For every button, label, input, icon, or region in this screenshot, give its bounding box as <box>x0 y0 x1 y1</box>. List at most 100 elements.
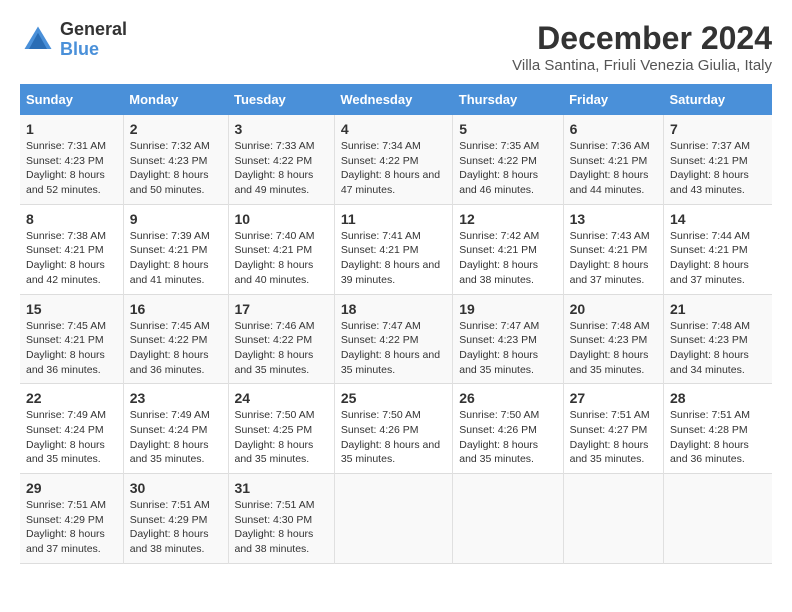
page-subtitle: Villa Santina, Friuli Venezia Giulia, It… <box>512 57 772 74</box>
sunrise-label: Sunrise: 7:47 AM <box>341 320 421 332</box>
day-of-week-tuesday: Tuesday <box>228 84 334 115</box>
calendar-table: SundayMondayTuesdayWednesdayThursdayFrid… <box>20 84 772 564</box>
sunset-label: Sunset: 4:22 PM <box>341 334 419 346</box>
day-number: 5 <box>459 121 556 137</box>
day-info: Sunrise: 7:40 AM Sunset: 4:21 PM Dayligh… <box>235 229 328 288</box>
calendar-cell: 15 Sunrise: 7:45 AM Sunset: 4:21 PM Dayl… <box>20 294 123 384</box>
daylight-label: Daylight: 8 hours and 35 minutes. <box>341 439 440 466</box>
daylight-label: Daylight: 8 hours and 35 minutes. <box>130 439 209 466</box>
sunrise-label: Sunrise: 7:40 AM <box>235 230 315 242</box>
day-info: Sunrise: 7:51 AM Sunset: 4:28 PM Dayligh… <box>670 408 766 467</box>
sunset-label: Sunset: 4:21 PM <box>459 244 537 256</box>
calendar-cell: 21 Sunrise: 7:48 AM Sunset: 4:23 PM Dayl… <box>664 294 772 384</box>
daylight-label: Daylight: 8 hours and 41 minutes. <box>130 259 209 286</box>
sunset-label: Sunset: 4:21 PM <box>670 155 748 167</box>
sunset-label: Sunset: 4:22 PM <box>459 155 537 167</box>
calendar-cell: 20 Sunrise: 7:48 AM Sunset: 4:23 PM Dayl… <box>563 294 663 384</box>
calendar-cell: 16 Sunrise: 7:45 AM Sunset: 4:22 PM Dayl… <box>123 294 228 384</box>
calendar-cell <box>664 474 772 564</box>
sunset-label: Sunset: 4:22 PM <box>235 334 313 346</box>
sunset-label: Sunset: 4:29 PM <box>130 514 208 526</box>
day-number: 21 <box>670 301 766 317</box>
sunset-label: Sunset: 4:30 PM <box>235 514 313 526</box>
sunrise-label: Sunrise: 7:35 AM <box>459 140 539 152</box>
daylight-label: Daylight: 8 hours and 34 minutes. <box>670 349 749 376</box>
daylight-label: Daylight: 8 hours and 37 minutes. <box>26 528 105 555</box>
calendar-cell <box>334 474 452 564</box>
day-number: 26 <box>459 390 556 406</box>
day-of-week-saturday: Saturday <box>664 84 772 115</box>
day-number: 3 <box>235 121 328 137</box>
sunrise-label: Sunrise: 7:48 AM <box>670 320 750 332</box>
day-info: Sunrise: 7:45 AM Sunset: 4:22 PM Dayligh… <box>130 319 222 378</box>
sunrise-label: Sunrise: 7:33 AM <box>235 140 315 152</box>
day-info: Sunrise: 7:47 AM Sunset: 4:22 PM Dayligh… <box>341 319 446 378</box>
day-number: 22 <box>26 390 117 406</box>
sunset-label: Sunset: 4:23 PM <box>26 155 104 167</box>
calendar-cell: 28 Sunrise: 7:51 AM Sunset: 4:28 PM Dayl… <box>664 384 772 474</box>
calendar-cell: 19 Sunrise: 7:47 AM Sunset: 4:23 PM Dayl… <box>453 294 563 384</box>
day-info: Sunrise: 7:31 AM Sunset: 4:23 PM Dayligh… <box>26 139 117 198</box>
daylight-label: Daylight: 8 hours and 35 minutes. <box>570 439 649 466</box>
sunrise-label: Sunrise: 7:38 AM <box>26 230 106 242</box>
sunrise-label: Sunrise: 7:32 AM <box>130 140 210 152</box>
calendar-cell: 25 Sunrise: 7:50 AM Sunset: 4:26 PM Dayl… <box>334 384 452 474</box>
sunrise-label: Sunrise: 7:45 AM <box>26 320 106 332</box>
sunset-label: Sunset: 4:28 PM <box>670 424 748 436</box>
sunset-label: Sunset: 4:21 PM <box>570 244 648 256</box>
daylight-label: Daylight: 8 hours and 37 minutes. <box>570 259 649 286</box>
sunset-label: Sunset: 4:26 PM <box>459 424 537 436</box>
page-header: General Blue December 2024 Villa Santina… <box>20 20 772 74</box>
day-number: 10 <box>235 211 328 227</box>
day-info: Sunrise: 7:48 AM Sunset: 4:23 PM Dayligh… <box>670 319 766 378</box>
day-number: 6 <box>570 121 657 137</box>
sunset-label: Sunset: 4:27 PM <box>570 424 648 436</box>
sunset-label: Sunset: 4:23 PM <box>130 155 208 167</box>
sunrise-label: Sunrise: 7:42 AM <box>459 230 539 242</box>
daylight-label: Daylight: 8 hours and 50 minutes. <box>130 169 209 196</box>
calendar-week-row: 1 Sunrise: 7:31 AM Sunset: 4:23 PM Dayli… <box>20 115 772 204</box>
sunrise-label: Sunrise: 7:51 AM <box>670 409 750 421</box>
day-number: 8 <box>26 211 117 227</box>
daylight-label: Daylight: 8 hours and 40 minutes. <box>235 259 314 286</box>
calendar-cell: 10 Sunrise: 7:40 AM Sunset: 4:21 PM Dayl… <box>228 204 334 294</box>
day-number: 20 <box>570 301 657 317</box>
calendar-cell: 26 Sunrise: 7:50 AM Sunset: 4:26 PM Dayl… <box>453 384 563 474</box>
sunrise-label: Sunrise: 7:47 AM <box>459 320 539 332</box>
day-number: 28 <box>670 390 766 406</box>
day-info: Sunrise: 7:51 AM Sunset: 4:29 PM Dayligh… <box>130 498 222 557</box>
calendar-cell: 29 Sunrise: 7:51 AM Sunset: 4:29 PM Dayl… <box>20 474 123 564</box>
day-info: Sunrise: 7:51 AM Sunset: 4:27 PM Dayligh… <box>570 408 657 467</box>
sunset-label: Sunset: 4:23 PM <box>459 334 537 346</box>
calendar-cell: 2 Sunrise: 7:32 AM Sunset: 4:23 PM Dayli… <box>123 115 228 204</box>
day-number: 13 <box>570 211 657 227</box>
day-info: Sunrise: 7:35 AM Sunset: 4:22 PM Dayligh… <box>459 139 556 198</box>
daylight-label: Daylight: 8 hours and 35 minutes. <box>26 439 105 466</box>
sunset-label: Sunset: 4:21 PM <box>26 334 104 346</box>
sunset-label: Sunset: 4:23 PM <box>670 334 748 346</box>
sunset-label: Sunset: 4:29 PM <box>26 514 104 526</box>
daylight-label: Daylight: 8 hours and 36 minutes. <box>670 439 749 466</box>
day-info: Sunrise: 7:33 AM Sunset: 4:22 PM Dayligh… <box>235 139 328 198</box>
sunrise-label: Sunrise: 7:49 AM <box>130 409 210 421</box>
daylight-label: Daylight: 8 hours and 35 minutes. <box>459 439 538 466</box>
day-info: Sunrise: 7:50 AM Sunset: 4:26 PM Dayligh… <box>459 408 556 467</box>
sunrise-label: Sunrise: 7:51 AM <box>130 499 210 511</box>
day-number: 12 <box>459 211 556 227</box>
calendar-cell: 14 Sunrise: 7:44 AM Sunset: 4:21 PM Dayl… <box>664 204 772 294</box>
sunset-label: Sunset: 4:21 PM <box>26 244 104 256</box>
daylight-label: Daylight: 8 hours and 38 minutes. <box>235 528 314 555</box>
sunset-label: Sunset: 4:21 PM <box>130 244 208 256</box>
day-number: 7 <box>670 121 766 137</box>
day-info: Sunrise: 7:46 AM Sunset: 4:22 PM Dayligh… <box>235 319 328 378</box>
day-info: Sunrise: 7:49 AM Sunset: 4:24 PM Dayligh… <box>130 408 222 467</box>
calendar-cell <box>563 474 663 564</box>
calendar-week-row: 22 Sunrise: 7:49 AM Sunset: 4:24 PM Dayl… <box>20 384 772 474</box>
day-info: Sunrise: 7:51 AM Sunset: 4:29 PM Dayligh… <box>26 498 117 557</box>
sunset-label: Sunset: 4:24 PM <box>26 424 104 436</box>
sunset-label: Sunset: 4:22 PM <box>235 155 313 167</box>
day-info: Sunrise: 7:39 AM Sunset: 4:21 PM Dayligh… <box>130 229 222 288</box>
calendar-cell: 12 Sunrise: 7:42 AM Sunset: 4:21 PM Dayl… <box>453 204 563 294</box>
day-number: 15 <box>26 301 117 317</box>
sunrise-label: Sunrise: 7:46 AM <box>235 320 315 332</box>
